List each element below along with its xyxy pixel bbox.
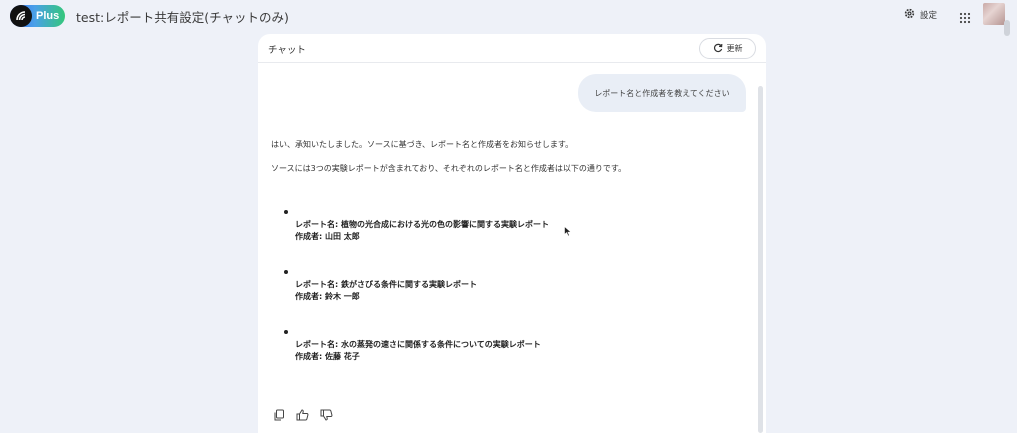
response-summary: ソースには3つの実験レポートが含まれており、それぞれのレポート名と作成者は以下の… [271,164,627,173]
list-item-report: レポート名: 鉄がさびる条件に関する実験レポート [295,280,477,289]
apps-grid-icon[interactable] [959,9,971,28]
response-intro: はい、承知いたしました。ソースに基づき、レポート名と作成者をお知らせします。 [271,140,574,149]
chat-scrollbar[interactable] [758,86,763,433]
chat-panel-title: チャット [268,45,306,56]
page-scrollbar[interactable] [1004,20,1010,36]
settings-label: 設定 [920,11,938,21]
mouse-cursor-icon [564,222,572,241]
chat-panel-header: チャット 更新 [258,34,766,63]
list-item-author: 作成者: 佐藤 花子 [295,352,360,361]
gear-icon [904,8,915,22]
list-bullet [284,330,288,334]
app-logo-icon [10,5,32,27]
refresh-button[interactable]: 更新 [699,38,756,59]
page-title: test:レポート共有設定(チャットのみ) [76,10,289,25]
refresh-icon [713,43,723,55]
refresh-label: 更新 [726,44,743,53]
plus-badge[interactable]: Plus [10,5,65,27]
list-bullet [284,270,288,274]
list-item-report: レポート名: 植物の光合成における光の色の影響に関する実験レポート [295,220,549,229]
copy-icon[interactable] [273,406,285,425]
top-bar: Plus test:レポート共有設定(チャットのみ) 設定 [0,0,1017,36]
list-item-author: 作成者: 鈴木 一郎 [295,292,360,301]
thumbs-up-icon[interactable] [296,406,309,425]
list-bullet [284,210,288,214]
list-item-author: 作成者: 山田 太郎 [295,232,360,241]
avatar[interactable] [983,3,1005,25]
chat-panel: チャット 更新 レポート名と作成者を教えてください はい、承知いたしました。ソー… [258,34,766,433]
thumbs-down-icon[interactable] [320,406,333,425]
user-message: レポート名と作成者を教えてください [578,74,746,112]
settings-button[interactable]: 設定 [904,8,937,22]
list-item-report: レポート名: 水の蒸発の速さに関係する条件についての実験レポート [295,340,541,349]
badge-label: Plus [36,10,60,22]
